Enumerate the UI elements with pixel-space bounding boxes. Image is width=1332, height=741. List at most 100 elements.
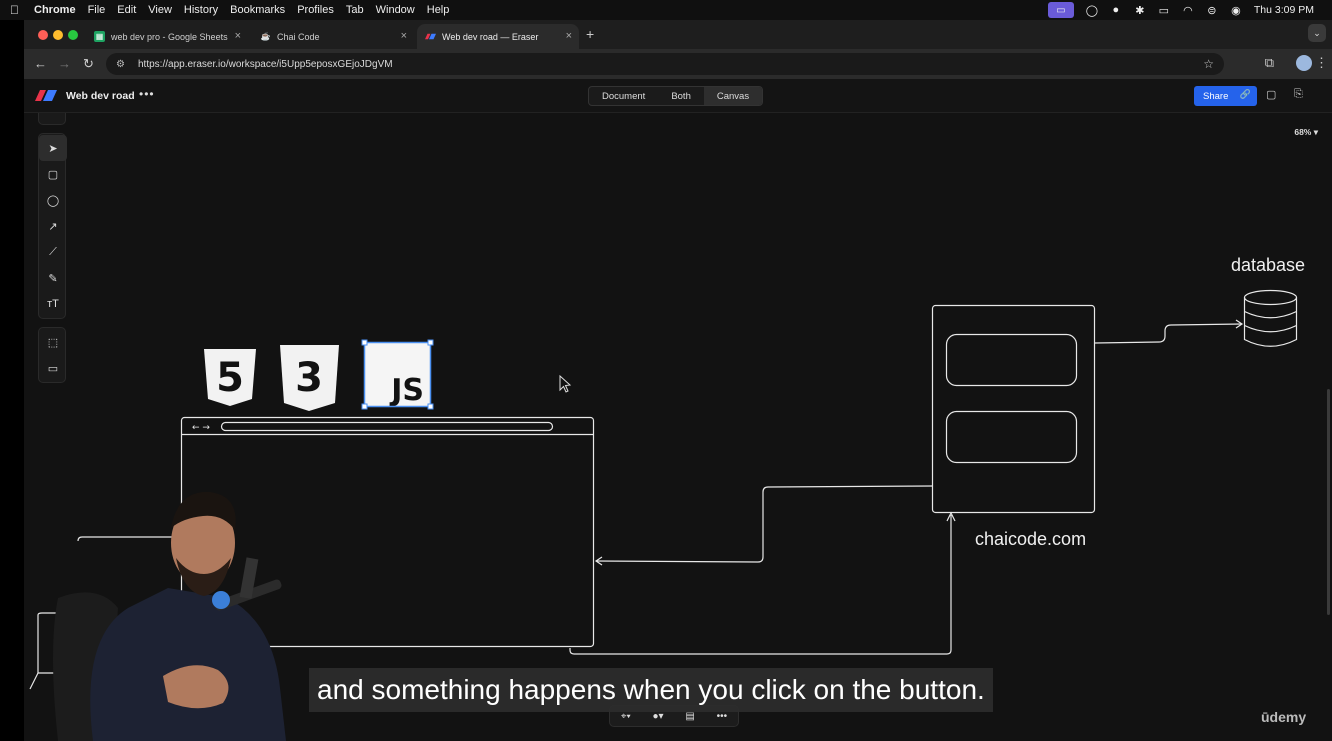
share-label: Share [1203, 90, 1229, 102]
comment-tool-icon[interactable]: ▭ [39, 355, 67, 381]
browser-url-bar-shape [220, 421, 554, 432]
extensions-icon[interactable]: ⧉ [1265, 55, 1274, 71]
close-tab-icon[interactable]: × [235, 30, 241, 42]
resize-handle [427, 339, 434, 346]
site-settings-icon[interactable]: ⚙ [116, 59, 130, 70]
export-icon[interactable]: ⎘ [1294, 88, 1303, 101]
eraser-logo-icon [425, 31, 436, 42]
tab-search-chevron-icon[interactable]: ⌄ [1308, 24, 1326, 42]
menu-edit[interactable]: Edit [117, 4, 136, 16]
close-window-icon[interactable] [38, 30, 48, 40]
more-options-icon[interactable]: ••• [139, 87, 155, 101]
html5-logo-icon: 5 [204, 349, 256, 406]
document-title[interactable]: Web dev road [66, 90, 135, 102]
maximize-window-icon[interactable] [68, 30, 78, 40]
tab-eraser[interactable]: Web dev road — Eraser × [417, 24, 579, 49]
tab-title: Chai Code [277, 31, 320, 42]
more-icon[interactable]: ••• [717, 711, 728, 722]
back-icon[interactable]: ← [34, 56, 47, 71]
database-label: database [1231, 255, 1305, 275]
menubar-clock[interactable]: Thu 3:09 PM [1254, 4, 1314, 16]
server-inner-box-1 [945, 333, 1078, 387]
tab-chai-code[interactable]: ☕ Chai Code × [252, 24, 414, 49]
chrome-menu-icon[interactable]: ⋮ [1315, 55, 1328, 71]
menu-history[interactable]: History [184, 4, 218, 16]
vertical-scrollbar[interactable] [1327, 389, 1330, 615]
drawing-tools: ➤ ▢ ◯ ↗ ⟋ ✎ ᴛT [38, 133, 67, 319]
mode-document[interactable]: Document [589, 87, 658, 105]
extra-tools: ⬚ ▭ [38, 327, 66, 383]
menu-profiles[interactable]: Profiles [297, 4, 334, 16]
url-text[interactable]: https://app.eraser.io/workspace/i5Upp5ep… [138, 59, 393, 70]
server-to-db-arrow [1094, 323, 1243, 344]
resize-handle [361, 403, 368, 410]
profile-avatar[interactable] [1296, 55, 1312, 71]
omnibox[interactable]: ⚙ https://app.eraser.io/workspace/i5Upp5… [106, 53, 1224, 75]
js-logo-icon: JS [361, 339, 434, 410]
app-header: Web dev road ••• Document Both Canvas Sh… [24, 79, 1332, 113]
bookmark-star-icon[interactable]: ☆ [1203, 57, 1214, 71]
screen-record-icon[interactable]: ▭ [1047, 2, 1074, 18]
js-badge: JS [389, 373, 424, 408]
mode-canvas[interactable]: Canvas [703, 87, 763, 105]
presenter-webcam [53, 491, 286, 741]
control-center-icon[interactable]: ⊜ [1206, 4, 1218, 17]
menu-help[interactable]: Help [427, 4, 450, 16]
toolbar: ← → ↻ ⚙ https://app.eraser.io/workspace/… [24, 49, 1332, 79]
menu-window[interactable]: Window [376, 4, 415, 16]
siri-icon[interactable]: ◉ [1230, 4, 1242, 17]
menu-view[interactable]: View [148, 4, 172, 16]
share-button[interactable]: Share 🔗 [1194, 86, 1257, 106]
chai-cup-icon: ☕ [260, 32, 271, 41]
frame-tool-icon[interactable]: ⬚ [39, 329, 67, 355]
menu-app-chrome[interactable]: Chrome [34, 4, 76, 16]
server-inner-box-2 [945, 410, 1078, 464]
link-icon: 🔗 [1239, 89, 1251, 99]
color-picker-icon[interactable]: ●▾ [653, 711, 664, 722]
comment-icon[interactable]: ▤ [685, 711, 694, 722]
new-tab-icon[interactable]: + [586, 26, 594, 42]
ellipse-tool-icon[interactable]: ◯ [39, 187, 67, 213]
wifi-icon[interactable]: ◠ [1182, 4, 1194, 17]
database-cylinder [1243, 289, 1298, 306]
forward-icon[interactable]: → [58, 56, 71, 71]
shape-style-icon[interactable]: ⌖▾ [621, 711, 631, 722]
macos-menubar:  Chrome File Edit View History Bookmark… [0, 0, 1332, 20]
minimize-window-icon[interactable] [53, 30, 63, 40]
text-tool-icon[interactable]: ᴛT [39, 291, 67, 317]
zoom-control[interactable]: 68% ▾ [1294, 127, 1318, 138]
left-toolbar: + ➤ ▢ ◯ ↗ ⟋ ✎ ᴛT ⬚ ▭ [38, 113, 67, 391]
tab-title: Web dev road — Eraser [442, 31, 539, 42]
presenter-shirt [90, 588, 286, 741]
mode-both[interactable]: Both [658, 87, 704, 105]
apple-icon[interactable]:  [10, 3, 26, 17]
menu-bookmarks[interactable]: Bookmarks [230, 4, 285, 16]
focus-icon[interactable]: ◯ [1086, 4, 1098, 17]
menu-file[interactable]: File [88, 4, 106, 16]
udemy-watermark: ūdemy [1261, 709, 1307, 725]
css3-logo-icon: 3 [280, 345, 339, 411]
presenter-hands [163, 665, 229, 709]
arrow-tool-icon[interactable]: ↗ [39, 213, 67, 239]
display-icon[interactable]: ▭ [1158, 4, 1170, 17]
comments-icon[interactable]: ▢ [1266, 88, 1276, 101]
css3-badge: 3 [295, 355, 323, 401]
bluetooth-icon[interactable]: ✱ [1134, 4, 1146, 17]
server-label: chaicode.com [975, 529, 1086, 549]
add-icon[interactable]: + [39, 113, 67, 123]
tab-google-sheets[interactable]: ▦ web dev pro - Google Sheets × [86, 24, 248, 49]
eraser-logo-icon[interactable] [35, 90, 57, 101]
tab-strip: ▦ web dev pro - Google Sheets × ☕ Chai C… [24, 20, 1332, 49]
line-tool-icon[interactable]: ⟋ [39, 239, 67, 265]
reload-icon[interactable]: ↻ [83, 56, 94, 72]
select-tool-icon[interactable]: ➤ [39, 135, 67, 161]
media-icon[interactable]: ● [1110, 4, 1122, 16]
view-mode-switch: Document Both Canvas [588, 86, 764, 106]
close-tab-icon[interactable]: × [566, 30, 572, 42]
pen-tool-icon[interactable]: ✎ [39, 265, 67, 291]
tab-title: web dev pro - Google Sheets [111, 31, 228, 42]
menu-tab[interactable]: Tab [346, 4, 364, 16]
microphone-icon [212, 591, 230, 609]
rectangle-tool-icon[interactable]: ▢ [39, 161, 67, 187]
close-tab-icon[interactable]: × [401, 30, 407, 42]
